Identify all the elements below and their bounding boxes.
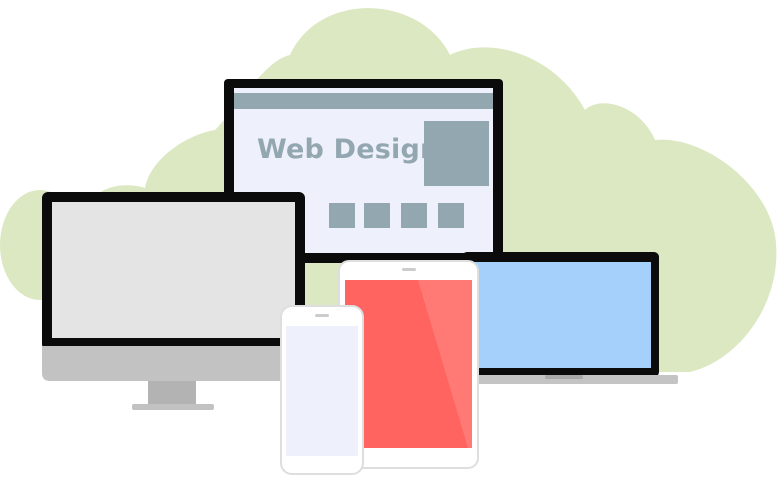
smartphone — [280, 305, 364, 475]
desktop-stand-neck — [148, 381, 196, 405]
responsive-devices-illustration: Web Design — [0, 8, 777, 475]
image-placeholder — [424, 121, 489, 186]
desktop-screen — [52, 202, 295, 338]
thumbnail-placeholder — [401, 203, 427, 228]
laptop — [448, 252, 678, 384]
laptop-screen — [474, 262, 651, 368]
tablet-speaker — [402, 268, 416, 271]
header-bar — [234, 93, 493, 109]
desktop-stand-foot — [132, 404, 214, 410]
phone-screen — [286, 326, 358, 456]
web-design-heading: Web Design — [257, 134, 439, 165]
desktop-chin — [42, 346, 305, 381]
thumbnail-placeholder — [438, 203, 464, 228]
thumbnail-placeholder — [329, 203, 355, 228]
phone-speaker — [315, 314, 329, 317]
laptop-notch — [545, 375, 583, 379]
desktop-monitor — [42, 192, 305, 410]
thumbnail-placeholder — [364, 203, 390, 228]
